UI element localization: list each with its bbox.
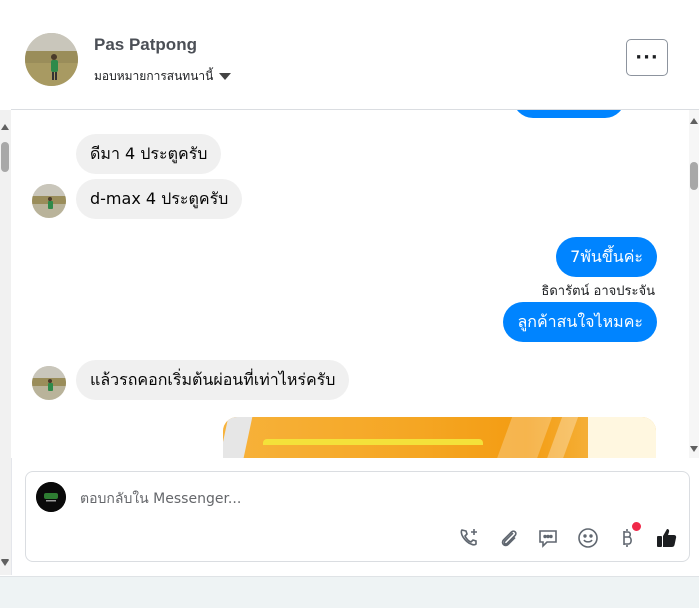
message-input[interactable] [80, 486, 640, 512]
agent-sender-name: ธิดารัตน์ อาจประจัน [541, 284, 655, 299]
assign-conversation-dropdown[interactable]: มอบหมายการสนทนานี้ [94, 67, 232, 86]
paperclip-icon[interactable] [496, 525, 522, 551]
message-thread[interactable]: ดีมา 4 ประตูครับ d-max 4 ประตูครับ 7พันข… [11, 110, 687, 458]
more-options-button[interactable]: ··· [626, 39, 668, 76]
contact-avatar-small[interactable] [32, 184, 66, 218]
scroll-down-arrow-icon[interactable] [1, 560, 9, 566]
outgoing-message-bubble[interactable]: 7พันขึ้นค่ะ [556, 237, 657, 277]
promotion-image-attachment[interactable] [223, 417, 656, 458]
reply-composer [25, 471, 690, 562]
scrollbar-thumb[interactable] [1, 142, 9, 172]
contact-avatar[interactable] [25, 33, 78, 86]
assign-label: มอบหมายการสนทนานี้ [94, 69, 214, 83]
contact-avatar-small[interactable] [32, 366, 66, 400]
thumbs-up-icon[interactable] [654, 525, 680, 551]
outgoing-message-bubble[interactable]: ลูกค้าสนใจไหมคะ [503, 302, 657, 342]
incoming-message-bubble[interactable]: แล้วรถคอกเริ่มต้นผ่อนที่เท่าไหร่ครับ [76, 360, 350, 400]
scroll-down-arrow-icon[interactable] [690, 446, 698, 452]
contact-name[interactable]: Pas Patpong [94, 35, 197, 55]
window-bottom-band [0, 576, 699, 608]
incoming-message-bubble[interactable]: d-max 4 ประตูครับ [76, 179, 243, 219]
thread-scrollbar[interactable] [689, 110, 699, 458]
scroll-up-arrow-icon[interactable] [690, 118, 698, 124]
baht-payment-icon[interactable] [614, 521, 642, 551]
more-dots-icon: ··· [635, 46, 659, 68]
emoji-icon[interactable] [575, 525, 601, 551]
scrollbar-thumb[interactable] [690, 162, 698, 190]
phone-plus-icon[interactable] [456, 525, 482, 551]
caret-down-icon [219, 73, 232, 80]
scroll-up-arrow-icon[interactable] [1, 124, 9, 130]
page-avatar [36, 482, 66, 512]
incoming-message-bubble[interactable]: ดีมา 4 ประตูครับ [76, 134, 222, 174]
saved-reply-icon[interactable] [535, 525, 561, 551]
conversation-header: Pas Patpong มอบหมายการสนทนานี้ ··· [11, 8, 699, 110]
previous-outgoing-bubble[interactable] [513, 110, 625, 118]
notification-dot [631, 521, 642, 532]
